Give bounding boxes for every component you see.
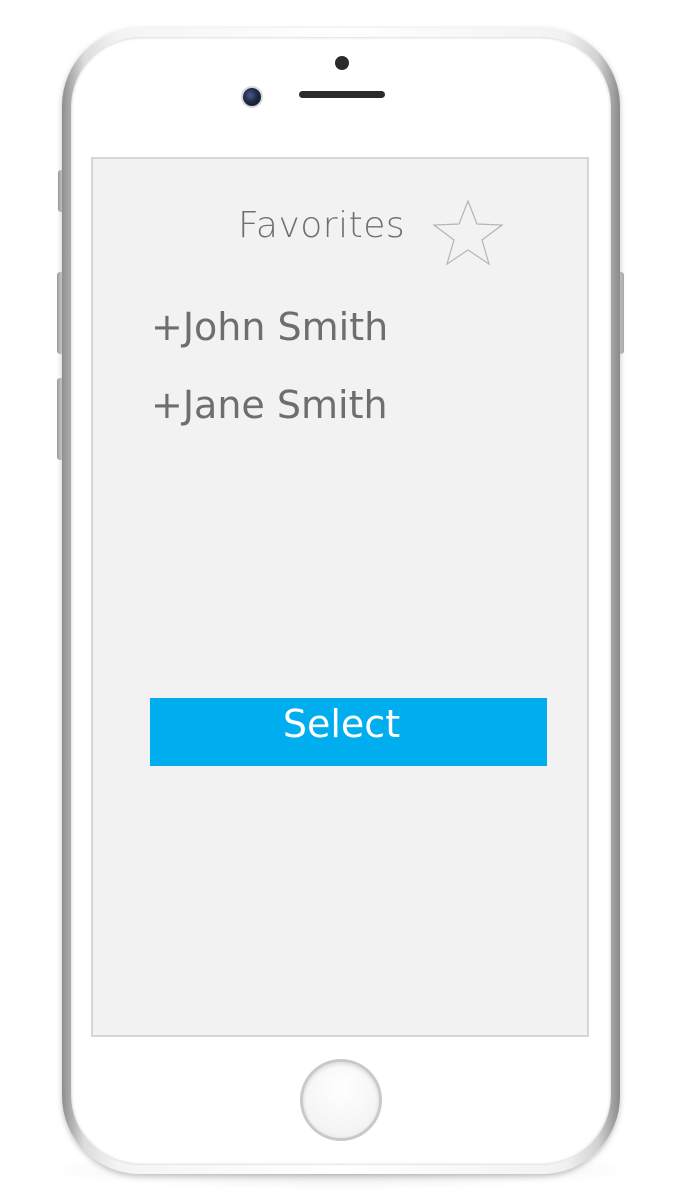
phone-mockup-stage: Favorites +John Smith +Jane Smith Select xyxy=(0,0,675,1200)
home-button[interactable] xyxy=(300,1059,382,1141)
favorites-list: +John Smith +Jane Smith xyxy=(151,301,551,457)
front-camera-icon xyxy=(243,88,261,106)
proximity-sensor xyxy=(335,56,349,70)
list-item-john-smith[interactable]: +John Smith xyxy=(151,301,551,379)
app-screen: Favorites +John Smith +Jane Smith Select xyxy=(91,157,589,1037)
star-icon[interactable] xyxy=(431,199,505,267)
list-item-jane-smith[interactable]: +Jane Smith xyxy=(151,379,551,457)
select-button[interactable]: Select xyxy=(150,698,547,766)
earpiece-speaker xyxy=(299,91,385,98)
page-title: Favorites xyxy=(238,205,406,246)
favorites-header: Favorites xyxy=(93,199,587,269)
